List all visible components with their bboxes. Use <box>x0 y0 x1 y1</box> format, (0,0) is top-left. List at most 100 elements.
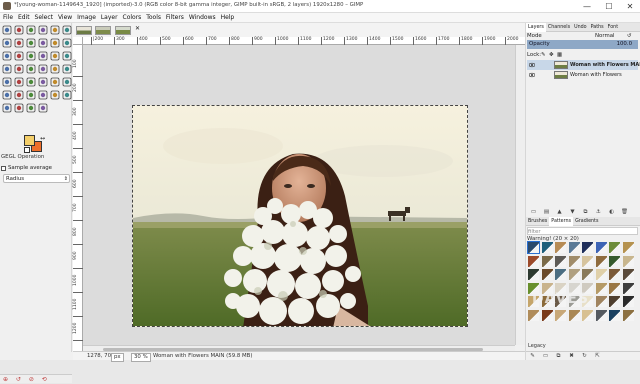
lock-pixels-icon[interactable]: ✎ <box>541 51 546 59</box>
clone-icon[interactable] <box>38 90 48 100</box>
tab-layers[interactable]: Layers <box>526 23 546 32</box>
menu-filters[interactable]: Filters <box>166 13 184 23</box>
gegl-icon[interactable] <box>38 103 48 113</box>
menu-select[interactable]: Select <box>35 13 54 23</box>
opacity-slider[interactable]: Opacity 100.0 <box>527 40 638 49</box>
image-tab-3[interactable] <box>115 26 131 35</box>
pattern-swatch[interactable] <box>609 255 620 267</box>
move-icon[interactable] <box>62 38 72 48</box>
pattern-swatch[interactable] <box>622 255 634 267</box>
pattern-swatch[interactable] <box>609 242 620 253</box>
shear-icon[interactable] <box>62 51 72 61</box>
lower-layer-icon[interactable]: ▼ <box>566 209 579 215</box>
pattern-swatch[interactable] <box>582 309 593 321</box>
close-button[interactable]: ✕ <box>619 0 640 13</box>
pattern-filter-input[interactable]: filter <box>527 227 638 235</box>
align-icon[interactable] <box>2 51 12 61</box>
unified-transform-icon[interactable] <box>26 51 36 61</box>
pattern-swatch[interactable] <box>541 269 553 280</box>
unit-select[interactable]: px <box>111 353 124 362</box>
minimize-button[interactable]: — <box>576 0 598 13</box>
ellipse-select-icon[interactable] <box>14 25 24 35</box>
paintbrush-icon[interactable] <box>50 77 60 87</box>
tab-undo[interactable]: Undo <box>572 23 589 32</box>
save-options-icon[interactable]: ⊕ <box>0 375 11 384</box>
pattern-swatch[interactable] <box>568 242 580 253</box>
heal-icon[interactable] <box>62 90 72 100</box>
layer-row-active[interactable]: Woman with Flowers MAIN <box>527 60 640 70</box>
anchor-layer-icon[interactable]: ⚓ <box>592 209 605 215</box>
radius-spinner-icon[interactable]: ⇕ <box>64 175 68 183</box>
zoom-icon[interactable] <box>38 38 48 48</box>
handle-transform-icon[interactable] <box>62 64 72 74</box>
pattern-swatch[interactable] <box>528 255 539 267</box>
menu-view[interactable]: View <box>58 13 72 23</box>
pattern-swatch[interactable] <box>541 242 553 253</box>
mode-reset-icon[interactable]: ↺ <box>627 32 632 40</box>
perspective-icon[interactable] <box>2 64 12 74</box>
tab-paths[interactable]: Paths <box>589 23 606 32</box>
menu-file[interactable]: File <box>3 13 13 23</box>
tab-gradients[interactable]: Gradients <box>573 217 600 226</box>
pattern-swatch[interactable] <box>568 269 580 280</box>
tab-close-icon[interactable]: ✕ <box>135 25 140 32</box>
pattern-swatch[interactable] <box>595 309 607 321</box>
menu-image[interactable]: Image <box>77 13 96 23</box>
menu-help[interactable]: Help <box>221 13 235 23</box>
rect-select-icon[interactable] <box>2 25 12 35</box>
layer-visibility-eye-icon[interactable] <box>528 72 536 78</box>
mypaint-icon[interactable] <box>26 90 36 100</box>
pattern-swatch[interactable] <box>582 255 593 267</box>
eraser-icon[interactable] <box>62 77 72 87</box>
vertical-ruler[interactable]: 100 200 300 400 500 600 700 800 900 1000 1100 1200 <box>73 45 83 353</box>
pattern-swatch[interactable] <box>555 255 566 267</box>
radius-field[interactable]: Radius ⇕ <box>3 174 70 183</box>
lock-position-icon[interactable]: ✥ <box>549 51 554 59</box>
bucket-fill-icon[interactable] <box>14 77 24 87</box>
pattern-swatch[interactable] <box>622 242 634 253</box>
flip-icon[interactable] <box>26 64 36 74</box>
new-group-icon[interactable]: ▤ <box>540 209 553 215</box>
airbrush-icon[interactable] <box>2 90 12 100</box>
reset-options-icon[interactable]: ⟲ <box>39 375 50 384</box>
scale-icon[interactable] <box>50 51 60 61</box>
pattern-swatch[interactable] <box>595 296 607 307</box>
layer-visibility-eye-icon[interactable] <box>528 62 536 68</box>
pattern-swatch[interactable] <box>609 309 620 321</box>
menu-tools[interactable]: Tools <box>146 13 161 23</box>
foreground-select-icon[interactable] <box>2 38 12 48</box>
pattern-swatch[interactable] <box>622 269 634 280</box>
pattern-swatch[interactable] <box>609 296 620 307</box>
pattern-swatch[interactable] <box>582 242 593 253</box>
tab-channels[interactable]: Channels <box>546 23 572 32</box>
pattern-swatch[interactable] <box>568 309 580 321</box>
pattern-swatch[interactable] <box>622 296 634 307</box>
pencil-icon[interactable] <box>38 77 48 87</box>
pattern-swatch[interactable] <box>528 309 539 321</box>
menu-layer[interactable]: Layer <box>101 13 118 23</box>
canvas-viewport[interactable] <box>83 45 515 345</box>
pattern-swatch[interactable] <box>622 309 634 321</box>
layer-name[interactable]: Woman with Flowers MAIN <box>570 60 640 70</box>
pattern-swatch[interactable] <box>595 269 607 280</box>
tab-patterns[interactable]: Patterns <box>549 217 574 226</box>
paths-icon[interactable] <box>14 38 24 48</box>
perspective-clone-icon[interactable] <box>50 90 60 100</box>
blur-icon[interactable] <box>2 103 12 113</box>
image-tab-2[interactable] <box>95 26 111 35</box>
tab-fonts[interactable]: Font <box>606 23 620 32</box>
mask-icon[interactable]: ◐ <box>605 209 618 215</box>
mode-value[interactable]: Normal <box>595 32 615 40</box>
pattern-swatch[interactable] <box>609 269 620 280</box>
cage-icon[interactable] <box>38 64 48 74</box>
pattern-swatch[interactable] <box>555 242 566 253</box>
3d-transform-icon[interactable] <box>14 64 24 74</box>
pattern-swatch[interactable] <box>555 269 566 280</box>
pattern-swatch[interactable] <box>622 282 634 294</box>
vertical-scrollbar[interactable] <box>515 45 525 345</box>
lock-alpha-icon[interactable]: ▦ <box>557 51 562 59</box>
restore-options-icon[interactable]: ↺ <box>13 375 24 384</box>
delete-layer-icon[interactable]: 🗑 <box>618 209 631 215</box>
sample-average-checkbox[interactable] <box>1 166 6 171</box>
pattern-swatch[interactable] <box>582 269 593 280</box>
